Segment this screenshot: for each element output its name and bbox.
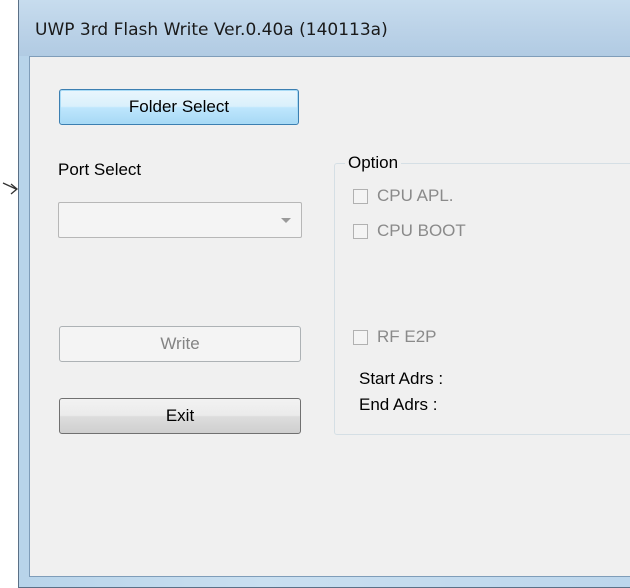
cpu-boot-label: CPU BOOT <box>377 221 466 240</box>
cpu-boot-box[interactable] <box>353 223 368 239</box>
option-group: Option CPU APL. CPU BOOT RF E2P Start Ad… <box>334 153 630 435</box>
chevron-down-icon <box>281 218 291 223</box>
folder-select-button[interactable]: Folder Select <box>59 89 299 125</box>
start-address-label: Start Adrs : <box>359 369 444 388</box>
port-select-label: Port Select <box>58 160 142 179</box>
window-title: UWP 3rd Flash Write Ver.0.40a (140113a) <box>35 20 388 40</box>
cpu-apl-box[interactable] <box>353 188 368 204</box>
client-area: Folder Select Port Select Write Exit Opt… <box>29 56 630 577</box>
rf-e2p-checkbox[interactable]: RF E2P <box>353 327 437 347</box>
cpu-apl-label: CPU APL. <box>377 186 454 205</box>
cpu-apl-checkbox[interactable]: CPU APL. <box>353 186 454 206</box>
app-window: UWP 3rd Flash Write Ver.0.40a (140113a) … <box>18 0 630 588</box>
cpu-boot-checkbox[interactable]: CPU BOOT <box>353 221 466 241</box>
rf-e2p-label: RF E2P <box>377 327 437 346</box>
title-bar[interactable]: UWP 3rd Flash Write Ver.0.40a (140113a) <box>19 0 630 56</box>
port-select-dropdown[interactable] <box>58 202 302 238</box>
end-address-label: End Adrs : <box>359 395 438 414</box>
write-button[interactable]: Write <box>59 326 301 362</box>
option-group-title: Option <box>345 153 402 173</box>
exit-button[interactable]: Exit <box>59 398 301 434</box>
rf-e2p-box[interactable] <box>353 329 368 345</box>
